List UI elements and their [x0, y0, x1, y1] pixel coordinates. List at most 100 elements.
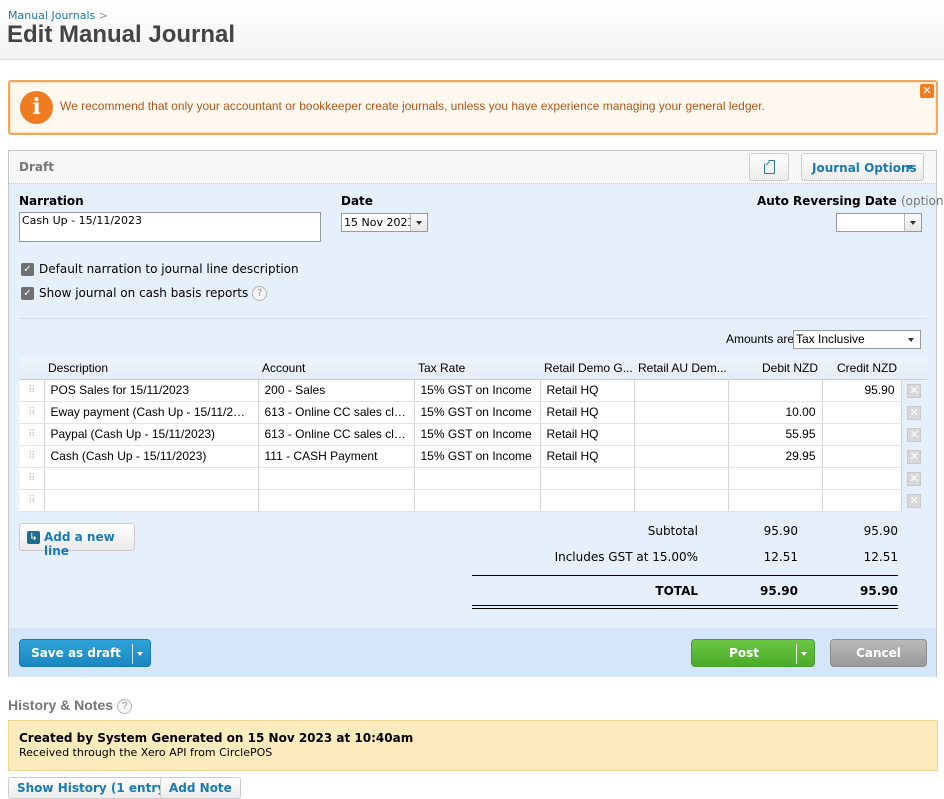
post-button[interactable]: Post: [692, 640, 796, 666]
cell-account[interactable]: [258, 467, 415, 490]
amounts-are-label: Amounts are: [726, 332, 795, 346]
drag-handle-icon[interactable]: ⠿: [19, 467, 45, 490]
cell-tracking-1[interactable]: [540, 489, 635, 512]
cell-credit[interactable]: [822, 423, 902, 446]
delete-cell: ✕: [901, 423, 927, 446]
drag-column-header: [19, 357, 44, 380]
delete-line-icon[interactable]: ✕: [907, 383, 922, 398]
cell-debit[interactable]: 10.00: [728, 401, 823, 424]
narration-input[interactable]: Cash Up - 15/11/2023: [19, 212, 321, 242]
gst-label: Includes GST at 15.00%: [554, 550, 698, 564]
subtotal-label: Subtotal: [647, 524, 698, 538]
help-icon[interactable]: ?: [252, 286, 268, 301]
chevron-down-icon[interactable]: [903, 331, 920, 348]
cancel-button[interactable]: Cancel: [830, 639, 927, 667]
subtotal-credit: 95.90: [863, 524, 898, 538]
delete-line-icon[interactable]: ✕: [907, 405, 922, 420]
delete-line-icon[interactable]: ✕: [907, 449, 922, 464]
copy-journal-button[interactable]: [749, 153, 789, 181]
save-as-draft-split-button: Save as draft: [19, 639, 151, 667]
add-new-line-button[interactable]: ↳ Add a new line: [19, 523, 135, 558]
column-header-account[interactable]: Account: [258, 357, 414, 380]
drag-handle-icon[interactable]: ⠿: [19, 379, 45, 402]
cell-credit[interactable]: [822, 489, 902, 512]
history-entry: Created by System Generated on 15 Nov 20…: [8, 720, 938, 771]
journal-options-button[interactable]: Journal Options: [801, 153, 924, 181]
delete-line-icon[interactable]: ✕: [907, 493, 922, 508]
cell-tracking-2[interactable]: [634, 445, 729, 468]
post-options-dropdown[interactable]: [795, 640, 814, 666]
column-header-tax-rate[interactable]: Tax Rate: [414, 357, 540, 380]
show-history-button[interactable]: Show History (1 entry): [8, 777, 180, 799]
delete-line-icon[interactable]: ✕: [907, 427, 922, 442]
cell-description[interactable]: [44, 489, 259, 512]
cash-basis-checkbox[interactable]: ✓: [21, 287, 34, 300]
cell-tax-rate[interactable]: 15% GST on Income: [414, 379, 541, 402]
cell-description[interactable]: Cash (Cash Up - 15/11/2023): [44, 445, 259, 468]
amounts-are-value: Tax Inclusive: [796, 332, 865, 346]
cell-account[interactable]: [258, 489, 415, 512]
cell-tracking-2[interactable]: [634, 489, 729, 512]
auto-reversing-date-picker[interactable]: [836, 213, 922, 232]
cell-tracking-1[interactable]: Retail HQ: [540, 423, 635, 446]
help-icon[interactable]: ?: [117, 698, 133, 714]
column-header-credit[interactable]: Credit NZD: [822, 357, 901, 380]
delete-line-icon[interactable]: ✕: [907, 471, 922, 486]
cell-tracking-1[interactable]: [540, 467, 635, 490]
cell-debit[interactable]: [728, 467, 823, 490]
column-header-tracking-2[interactable]: Retail AU Dem...: [634, 357, 728, 380]
alert-message: We recommend that only your accountant o…: [60, 99, 765, 113]
cell-debit[interactable]: 55.95: [728, 423, 823, 446]
date-value: 15 Nov 2023: [344, 216, 415, 229]
drag-handle-icon[interactable]: ⠿: [19, 401, 45, 424]
cell-tracking-1[interactable]: Retail HQ: [540, 401, 635, 424]
amounts-are-select[interactable]: Tax Inclusive: [793, 330, 921, 349]
cell-credit[interactable]: [822, 401, 902, 424]
default-narration-checkbox[interactable]: ✓: [21, 263, 34, 276]
cell-account[interactable]: 613 - Online CC sales clear...: [258, 423, 415, 446]
cell-tracking-2[interactable]: [634, 467, 729, 490]
cell-tax-rate[interactable]: 15% GST on Income: [414, 445, 541, 468]
drag-handle-icon[interactable]: ⠿: [19, 445, 45, 468]
cell-account[interactable]: 111 - CASH Payment: [258, 445, 415, 468]
save-as-draft-button[interactable]: Save as draft: [20, 640, 132, 666]
drag-handle-icon[interactable]: ⠿: [19, 423, 45, 446]
cell-description[interactable]: POS Sales for 15/11/2023: [44, 379, 259, 402]
cell-tax-rate[interactable]: 15% GST on Income: [414, 401, 541, 424]
cell-tracking-2[interactable]: [634, 401, 729, 424]
cash-basis-label-text: Show journal on cash basis reports: [39, 286, 249, 300]
cell-credit[interactable]: 95.90: [822, 379, 902, 402]
close-alert-button[interactable]: ✕: [920, 84, 934, 98]
save-options-dropdown[interactable]: [131, 640, 150, 666]
cell-account[interactable]: 200 - Sales: [258, 379, 415, 402]
cell-tracking-1[interactable]: Retail HQ: [540, 445, 635, 468]
column-header-tracking-1[interactable]: Retail Demo G...: [540, 357, 634, 380]
cell-credit[interactable]: [822, 467, 902, 490]
cell-debit[interactable]: [728, 489, 823, 512]
add-note-button[interactable]: Add Note: [160, 777, 241, 799]
cell-description[interactable]: Eway payment (Cash Up - 15/11/2023): [44, 401, 259, 424]
cell-debit[interactable]: [728, 379, 823, 402]
cell-tax-rate[interactable]: [414, 467, 541, 490]
column-header-description[interactable]: Description: [44, 357, 258, 380]
history-notes-title-text: History & Notes: [8, 697, 114, 713]
cell-tax-rate[interactable]: 15% GST on Income: [414, 423, 541, 446]
chevron-down-icon[interactable]: [904, 214, 921, 231]
cell-description[interactable]: Paypal (Cash Up - 15/11/2023): [44, 423, 259, 446]
cell-description[interactable]: [44, 467, 259, 490]
cell-debit[interactable]: 29.95: [728, 445, 823, 468]
date-picker[interactable]: 15 Nov 2023: [341, 213, 428, 232]
gst-row: Includes GST at 15.00% 12.51 12.51: [472, 550, 898, 566]
cell-tracking-2[interactable]: [634, 423, 729, 446]
cell-tracking-2[interactable]: [634, 379, 729, 402]
gst-credit: 12.51: [863, 550, 898, 564]
history-entry-detail: Received through the Xero API from Circl…: [19, 746, 273, 759]
column-header-debit[interactable]: Debit NZD: [728, 357, 822, 380]
cell-account[interactable]: 613 - Online CC sales clear...: [258, 401, 415, 424]
cell-credit[interactable]: [822, 445, 902, 468]
drag-handle-icon[interactable]: ⠿: [19, 489, 45, 512]
cell-tax-rate[interactable]: [414, 489, 541, 512]
total-label: TOTAL: [655, 584, 698, 598]
cell-tracking-1[interactable]: Retail HQ: [540, 379, 635, 402]
chevron-down-icon[interactable]: [410, 214, 427, 231]
